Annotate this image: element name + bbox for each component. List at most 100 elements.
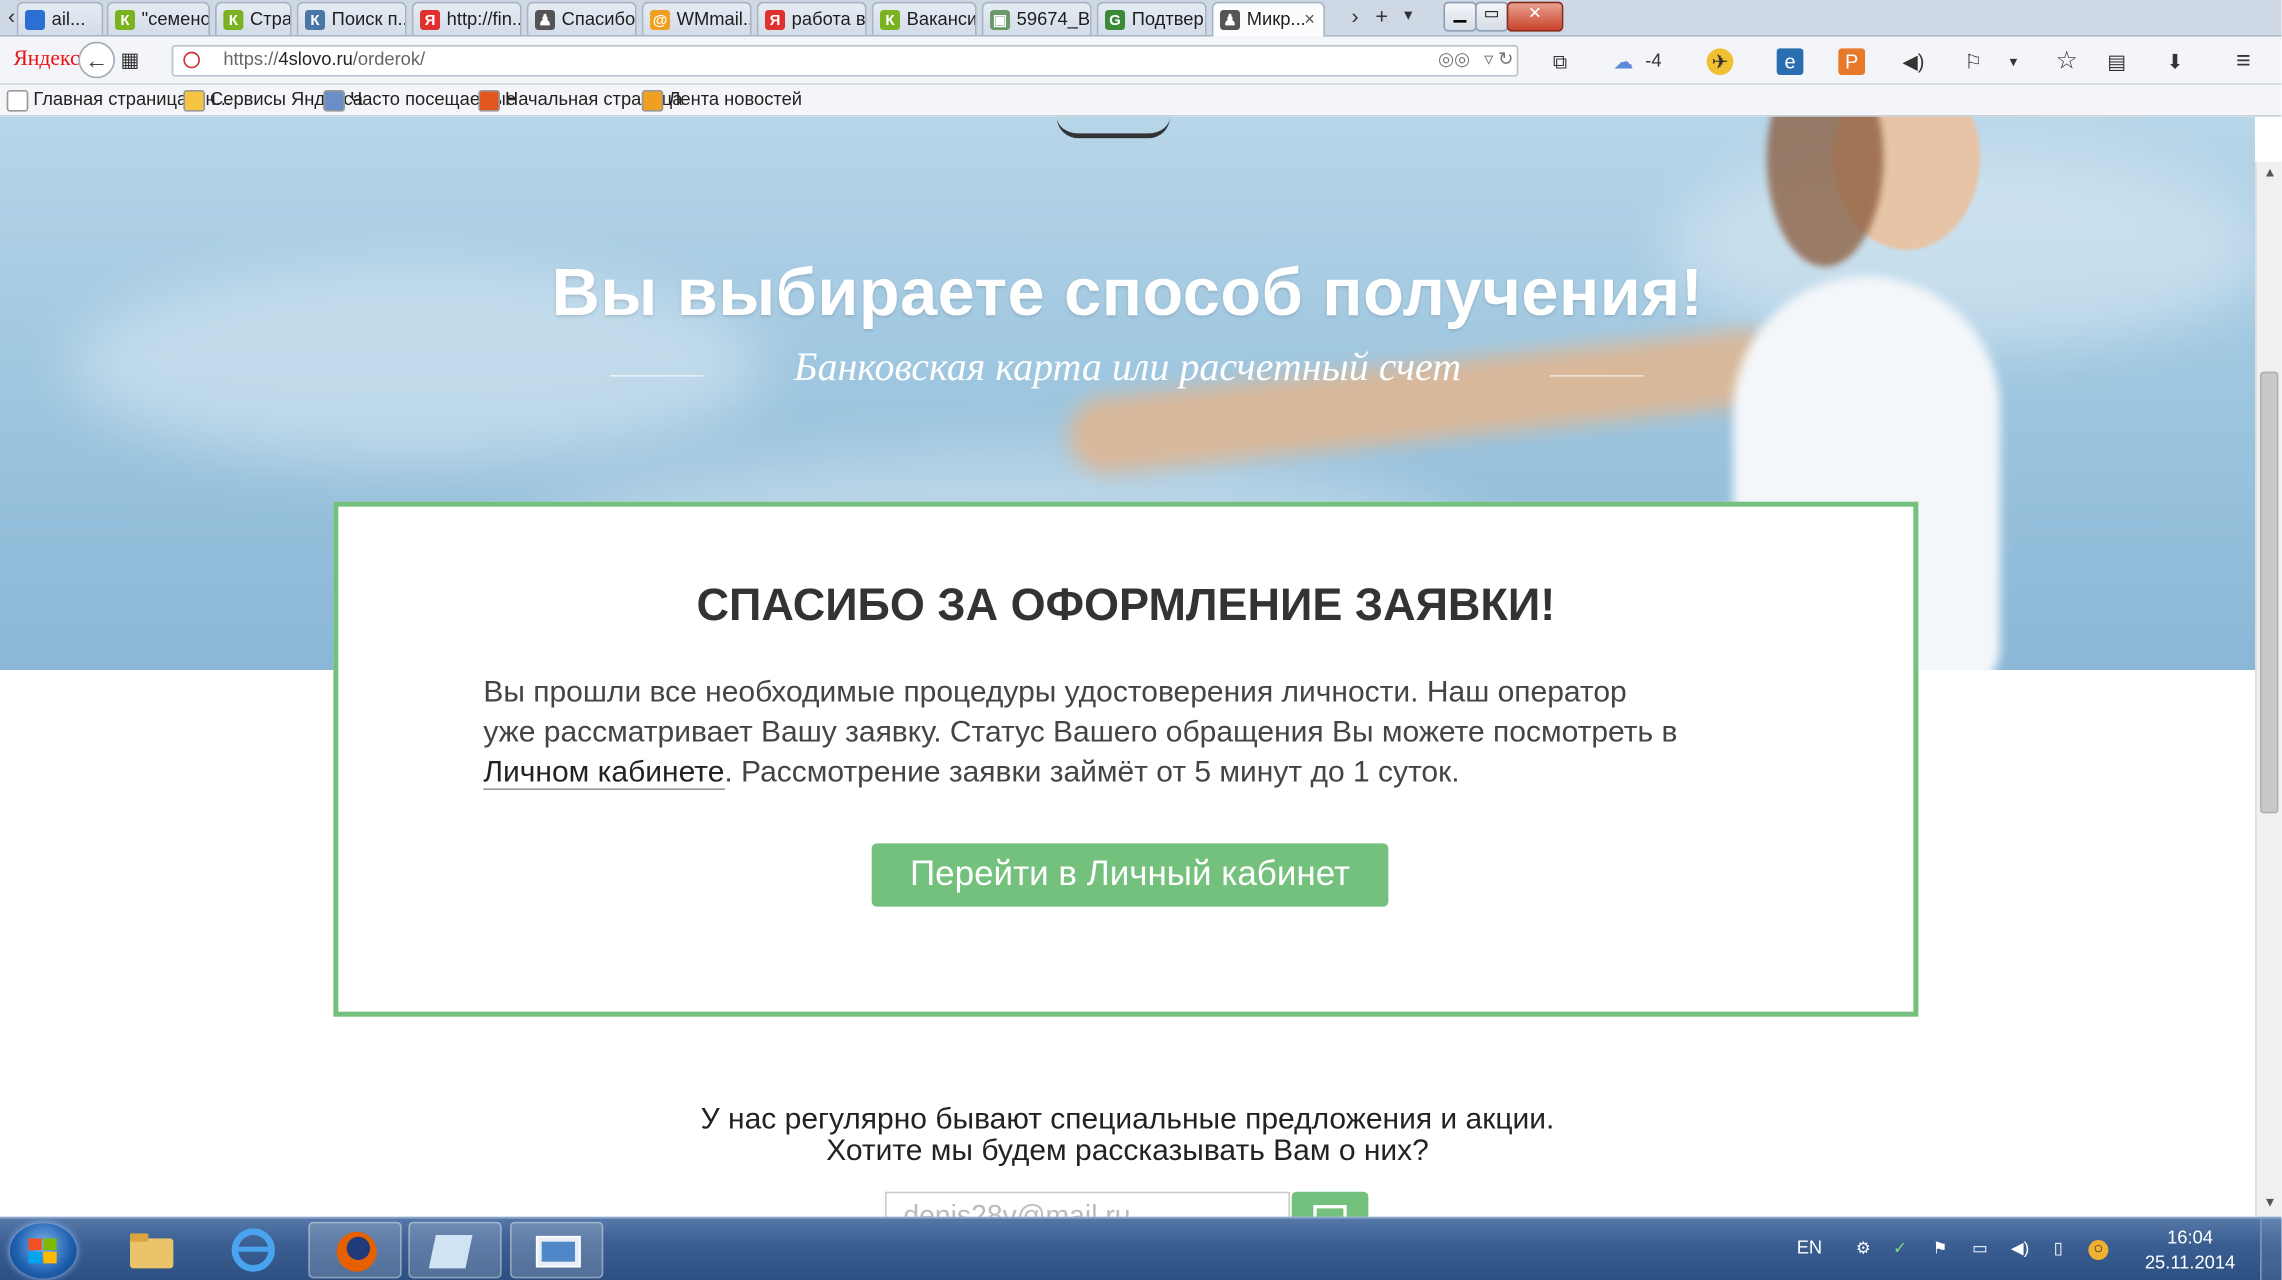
volume-icon[interactable]: ◀) (2010, 1240, 2030, 1260)
tab-label: Страниц... (250, 10, 292, 31)
tab-favicon-icon: @ (650, 10, 671, 31)
browser-tab[interactable]: К Страниц... (215, 1, 292, 36)
folder-icon (130, 1233, 174, 1269)
scroll-down-arrow-icon[interactable]: ▼ (2263, 1195, 2276, 1210)
browser-tab[interactable]: @ WMmail... (641, 1, 752, 36)
yandex-logo[interactable]: Яндекс (13, 45, 79, 72)
image-viewer-taskbar-button[interactable] (510, 1221, 604, 1279)
action-center-flag-icon[interactable]: ⚑ (1930, 1240, 1950, 1260)
reload-icon[interactable]: ↻ (1498, 47, 1513, 75)
minimize-button[interactable]: ▁ (1443, 1, 1477, 32)
tab-label: работа в ... (791, 10, 866, 31)
browser-tab[interactable]: GПодтвер... (1096, 1, 1207, 36)
power-icon[interactable]: ▯ (2048, 1240, 2068, 1260)
tabs-grid-icon[interactable]: ▦ (117, 47, 144, 74)
new-tab-button[interactable]: + (1370, 3, 1393, 30)
ornament-icon (1056, 117, 1171, 139)
hero-title: Вы выбираете способ получения! (551, 256, 1704, 331)
screen: ‹ ail...К"семено...КСтраниц...КПоиск п..… (0, 0, 2282, 1280)
hero-divider-right (1550, 375, 1644, 377)
explorer-taskbar-button[interactable] (103, 1222, 196, 1279)
weather-cloud-icon[interactable]: ☁ (1610, 48, 1637, 75)
scroll-thumb[interactable] (2260, 371, 2279, 814)
back-arrow-icon: ← (85, 46, 109, 74)
bookmark-icon (478, 90, 501, 112)
tab-favicon-icon: Я (765, 10, 786, 31)
card-text-part2: . Рассмотрение заявки займёт от 5 минут … (724, 755, 1460, 789)
star-bookmark-icon[interactable]: ☆ (2053, 48, 2080, 75)
address-bar[interactable]: https://4slovo.ru/orderok/ ◎◎ ▿ ↻ (171, 45, 1519, 77)
browser-tab[interactable]: К Поиск п... (296, 1, 407, 36)
bookmark-icon (641, 90, 664, 112)
personal-account-link[interactable]: Личном кабинете (483, 755, 725, 791)
firefox-taskbar-button[interactable] (308, 1221, 402, 1279)
reader-mode-icon[interactable]: ◎◎ (1438, 47, 1470, 75)
menu-icon[interactable]: ≡ (2230, 48, 2257, 75)
display-icon[interactable]: ▭ (1970, 1240, 1990, 1260)
tab-label: Микр... (1246, 10, 1306, 31)
bookmark-icon (183, 90, 206, 112)
clipboard-icon[interactable]: ▤ (2103, 48, 2130, 75)
navigation-bar: Яндекс ← ▦ https://4slovo.ru/orderok/ ◎◎… (0, 36, 2282, 86)
tab-favicon-icon: ♟ (1220, 10, 1241, 31)
tab-label: Спасибо ... (561, 10, 636, 31)
app-tray-icon[interactable]: ○ (2088, 1240, 2109, 1261)
email-input[interactable]: denis28v@mail.ru (885, 1191, 1291, 1217)
site-security-icon[interactable] (183, 51, 201, 69)
tab-label: Ваканси... (906, 10, 977, 31)
subscribe-button[interactable] (1291, 1191, 1369, 1217)
screenshot-icon[interactable]: ⧉ (1547, 48, 1574, 75)
bookmark-icon (6, 90, 29, 112)
browser-tab[interactable]: К"семено... (106, 1, 211, 36)
firefox-icon (336, 1231, 377, 1272)
tab-label: http://fin... (446, 10, 522, 31)
download-icon[interactable]: ⬇ (2162, 48, 2189, 75)
tab-list-button[interactable]: ▾ (1400, 3, 1417, 30)
vertical-scrollbar[interactable]: ▲ ▼ (2255, 161, 2282, 1217)
security-icon[interactable]: ✓ (1890, 1240, 1910, 1260)
e-mail-icon[interactable]: e (1776, 48, 1804, 76)
browser-tab[interactable]: ▣59674_Ве... (981, 1, 1092, 36)
promo-line-2: Хотите мы будем рассказывать Вам о них? (826, 1133, 1429, 1167)
clock-time: 16:04 (2167, 1228, 2213, 1249)
yandex-logo-text: Яндекс (13, 45, 80, 71)
go-to-account-button[interactable]: Перейти в Личный кабинет (871, 843, 1389, 907)
browser-tab[interactable]: ♟Спасибо ... (526, 1, 637, 36)
browser-tab[interactable]: Яработа в ... (756, 1, 867, 36)
extension-icon[interactable]: ⚐ (1960, 48, 1987, 75)
extension-dropdown-icon[interactable]: ▾ (2000, 48, 2027, 75)
browser-tab[interactable]: ail... (16, 1, 104, 36)
ie-taskbar-button[interactable] (207, 1222, 300, 1279)
language-indicator[interactable]: EN (1797, 1238, 1822, 1280)
tab-favicon-icon: G (1105, 10, 1126, 31)
card-title: СПАСИБО ЗА ОФОРМЛЕНИЕ ЗАЯВКИ! (696, 580, 1556, 631)
tab-strip: ‹ ail...К"семено...КСтраниц...КПоиск п..… (0, 0, 2282, 37)
bookmark-item[interactable]: Лента новостей (641, 88, 803, 112)
back-button[interactable]: ← (78, 41, 116, 79)
maximize-button[interactable]: ▭ (1475, 1, 1509, 32)
bookmark-label: Лента новостей (668, 90, 803, 111)
notepad-taskbar-button[interactable] (408, 1221, 502, 1279)
windows-taskbar: EN ⚙ ✓ ⚑ ▭ ◀) ▯ ○ 16:04 25.11.2014 (0, 1216, 2282, 1280)
tab-label: ail... (51, 10, 86, 31)
scroll-up-arrow-icon[interactable]: ▲ (2263, 165, 2276, 180)
weather-temperature[interactable]: -4 (1637, 48, 1670, 75)
web-page: Вы выбираете способ получения! Банковска… (0, 116, 2256, 1217)
show-desktop-button[interactable] (2260, 1218, 2282, 1280)
sync-icon[interactable]: ✈ (1706, 48, 1734, 76)
browser-tab[interactable]: ♟ Микр... × (1211, 1, 1326, 37)
tab-scroll-right-button[interactable]: › (1347, 3, 1364, 30)
browser-tab[interactable]: КВаканси... (871, 1, 977, 36)
speaker-icon[interactable]: ◀) (1900, 48, 1927, 75)
windows-logo-icon (28, 1238, 57, 1264)
start-button[interactable] (10, 1223, 77, 1279)
clock[interactable]: 16:04 25.11.2014 (2140, 1227, 2240, 1277)
browser-tab[interactable]: Яhttp://fin... (411, 1, 522, 36)
dropdown-icon[interactable]: ▿ (1484, 47, 1493, 75)
close-tab-icon[interactable]: × (1304, 3, 1315, 36)
tab-favicon-icon: ▣ (990, 10, 1011, 31)
bookmark-service-icon[interactable]: P (1838, 48, 1866, 76)
network-icon[interactable]: ⚙ (1853, 1240, 1873, 1260)
card-text-part1: Вы прошли все необходимые процедуры удос… (483, 675, 1678, 749)
close-window-button[interactable]: ✕ (1506, 1, 1564, 32)
